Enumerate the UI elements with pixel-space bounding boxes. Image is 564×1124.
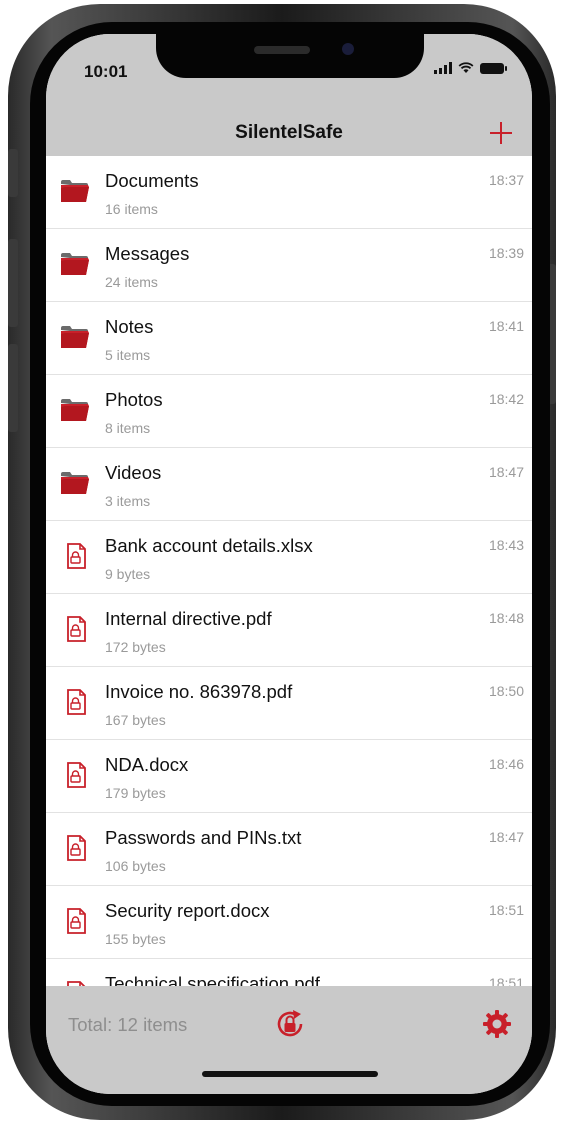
wifi-icon [458, 62, 474, 73]
folder-icon [60, 251, 90, 277]
item-name: Videos [105, 462, 162, 483]
signal-icon [434, 62, 452, 74]
battery-icon [480, 62, 507, 74]
file-row[interactable]: Passwords and PINs.txt 106 bytes 18:47 [46, 813, 532, 886]
secure-file-icon [60, 762, 90, 788]
file-row[interactable]: Internal directive.pdf 172 bytes 18:48 [46, 594, 532, 667]
item-time: 18:37 [488, 172, 524, 188]
volume-down-button [8, 344, 18, 432]
secure-file-icon [60, 616, 90, 642]
item-details: 24 items [105, 274, 158, 290]
item-name: Messages [105, 243, 190, 264]
item-name: Passwords and PINs.txt [105, 827, 302, 848]
item-time: 18:51 [488, 902, 524, 918]
item-details: 3 items [105, 493, 151, 509]
item-name: Photos [105, 389, 163, 410]
secure-file-icon [60, 689, 90, 715]
secure-file-icon [60, 835, 90, 861]
item-details: 172 bytes [105, 639, 166, 655]
gear-icon[interactable] [480, 1007, 514, 1041]
speaker-grille [254, 46, 310, 54]
folder-icon [60, 397, 90, 423]
item-time: 18:47 [488, 829, 524, 845]
item-details: 106 bytes [105, 858, 166, 874]
item-time: 18:47 [488, 464, 524, 480]
item-time: 18:51 [488, 975, 524, 986]
folder-icon [60, 324, 90, 350]
folder-row[interactable]: Documents 16 items 18:37 [46, 156, 532, 229]
nav-bar: SilentelSafe [46, 112, 532, 156]
volume-up-button [8, 239, 18, 327]
item-name: Internal directive.pdf [105, 608, 272, 629]
item-time: 18:41 [488, 318, 524, 334]
front-camera [342, 43, 354, 55]
item-details: 8 items [105, 420, 151, 436]
item-name: Technical specification.pdf [105, 973, 320, 986]
folder-row[interactable]: Messages 24 items 18:39 [46, 229, 532, 302]
file-row[interactable]: Bank account details.xlsx 9 bytes 18:43 [46, 521, 532, 594]
item-details: 167 bytes [105, 712, 166, 728]
folder-icon [60, 470, 90, 496]
lock-rotate-icon[interactable] [273, 1007, 307, 1041]
secure-file-icon [60, 543, 90, 569]
item-name: NDA.docx [105, 754, 189, 775]
file-row[interactable]: Security report.docx 155 bytes 18:51 [46, 886, 532, 959]
item-details: 179 bytes [105, 785, 166, 801]
file-row[interactable]: Invoice no. 863978.pdf 167 bytes 18:50 [46, 667, 532, 740]
folder-row[interactable]: Notes 5 items 18:41 [46, 302, 532, 375]
secure-file-icon [60, 908, 90, 934]
item-name: Documents [105, 170, 199, 191]
item-time: 18:46 [488, 756, 524, 772]
status-time: 10:01 [84, 62, 128, 81]
total-count-label: Total: 12 items [68, 1014, 188, 1035]
folder-row[interactable]: Photos 8 items 18:42 [46, 375, 532, 448]
item-name: Invoice no. 863978.pdf [105, 681, 293, 702]
folder-row[interactable]: Videos 3 items 18:47 [46, 448, 532, 521]
bottom-toolbar: Total: 12 items [46, 986, 532, 1094]
item-name: Notes [105, 316, 154, 337]
notch [156, 34, 424, 78]
file-list: Documents 16 items 18:37 Messages 24 items 18… [46, 156, 532, 986]
plus-icon[interactable] [484, 116, 518, 150]
item-time: 18:48 [488, 610, 524, 626]
item-details: 9 bytes [105, 566, 151, 582]
item-time: 18:43 [488, 537, 524, 553]
item-time: 18:39 [488, 245, 524, 261]
screen: 10:01 SilentelSafe Documents 16 items 18:3… [46, 34, 532, 1094]
file-row[interactable]: Technical specification.pdf 18:51 [46, 959, 532, 986]
item-details: 155 bytes [105, 931, 166, 947]
item-time: 18:42 [488, 391, 524, 407]
home-indicator[interactable] [202, 1071, 378, 1077]
item-time: 18:50 [488, 683, 524, 699]
item-details: 5 items [105, 347, 151, 363]
item-name: Bank account details.xlsx [105, 535, 313, 556]
file-row[interactable]: NDA.docx 179 bytes 18:46 [46, 740, 532, 813]
page-title: SilentelSafe [235, 122, 343, 143]
silent-switch [8, 149, 18, 197]
status-icons [434, 62, 507, 74]
item-details: 16 items [105, 201, 158, 217]
item-name: Security report.docx [105, 900, 270, 921]
folder-icon [60, 178, 90, 204]
